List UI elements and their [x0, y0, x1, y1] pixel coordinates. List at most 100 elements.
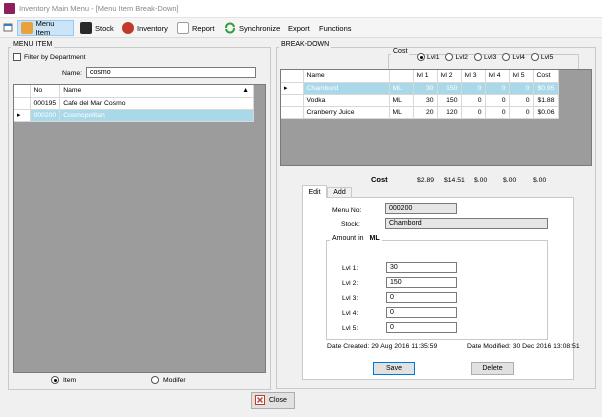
total-lvl3: $.00	[474, 177, 488, 184]
cell-lvl3: 0	[461, 82, 486, 95]
lvl4-input[interactable]: 0	[386, 307, 457, 318]
column-header-name[interactable]: Name	[303, 70, 390, 83]
cost-level-lvl2[interactable]: Lvl2	[445, 53, 468, 61]
cell-no: 000195	[30, 97, 61, 110]
column-header-unit[interactable]	[389, 70, 414, 83]
cell-name: Cafe del Mar Cosmo	[59, 97, 254, 110]
cost-level-lvl3[interactable]: Lvl3	[473, 53, 497, 61]
cell-name: Cranberry Juice	[303, 106, 390, 119]
cell-name: Chambord	[303, 82, 390, 95]
table-row[interactable]: 000195 Cafe del Mar Cosmo	[14, 97, 254, 110]
radio-button[interactable]	[445, 53, 454, 61]
column-header-no[interactable]: No	[30, 85, 61, 98]
menu-report[interactable]: Report	[174, 20, 218, 36]
column-header-lvl1[interactable]: lvl 1	[413, 70, 438, 83]
break-down-group-label: BREAK-DOWN	[279, 41, 332, 48]
cell-lvl2: 150	[437, 82, 462, 95]
close-label: Close	[269, 397, 287, 404]
lvl3-label: Lvl 3:	[342, 295, 359, 302]
column-header-name[interactable]: Name ▲	[59, 85, 254, 98]
cell-lvl5: 0	[509, 106, 534, 119]
lvl1-input[interactable]: 30	[386, 262, 457, 273]
table-row[interactable]: Cranberry Juice ML 20 120 0 0 0 $0.06	[281, 106, 559, 119]
cell-lvl2: 120	[437, 106, 462, 119]
cell-lvl2: 150	[437, 94, 462, 107]
save-button[interactable]: Save	[373, 362, 415, 375]
totals-label: Cost	[371, 175, 388, 184]
cell-cost: $1.88	[533, 94, 559, 107]
lvl5-label: Lvl 5:	[342, 325, 359, 332]
radio-button[interactable]	[473, 53, 482, 61]
amount-label: Amount in	[332, 235, 364, 242]
filter-checkbox[interactable]	[13, 53, 21, 61]
filter-by-department[interactable]: Filter by Department	[13, 53, 86, 61]
row-header	[281, 70, 304, 83]
radio-item-button[interactable]	[51, 376, 59, 384]
lvl2-input[interactable]: 150	[386, 277, 457, 288]
menu-menu-item[interactable]: Menu Item	[17, 19, 74, 37]
report-icon	[177, 22, 189, 34]
table-row[interactable]: ▸ Chambord ML 30 150 0 0 0 $0.95	[281, 82, 559, 95]
filter-label: Filter by Department	[24, 53, 86, 61]
column-header-lvl4[interactable]: lvl 4	[485, 70, 510, 83]
date-modified: Date Modified: 30 Dec 2016 13:08:51	[467, 343, 580, 350]
radio-label: Lvl5	[540, 53, 554, 61]
column-header-label: Name	[63, 87, 82, 95]
total-lvl1: $2.89	[417, 177, 435, 184]
menu-inventory[interactable]: Inventory	[119, 20, 172, 36]
radio-button[interactable]	[502, 53, 511, 61]
menu-no-field: 000200	[385, 203, 457, 214]
table-row[interactable]: Vodka ML 30 150 0 0 0 $1.88	[281, 94, 559, 107]
cell-unit: ML	[389, 106, 414, 119]
break-down-table: Name lvl 1 lvl 2 lvl 3 lvl 4 lvl 5 Cost …	[281, 70, 559, 119]
lvl5-input[interactable]: 0	[386, 322, 457, 333]
menu-functions[interactable]: Functions	[316, 20, 354, 36]
cell-lvl1: 30	[413, 94, 438, 107]
cost-level-lvl1[interactable]: Lvl1	[417, 53, 439, 61]
title-bar: Inventory Main Menu - [Menu Item Break-D…	[0, 0, 602, 18]
cell-lvl1: 30	[413, 82, 438, 95]
cell-unit: ML	[389, 94, 414, 107]
tab-edit[interactable]: Edit	[302, 185, 327, 198]
break-down-grid: Name lvl 1 lvl 2 lvl 3 lvl 4 lvl 5 Cost …	[280, 69, 592, 166]
menu-export[interactable]: Export	[285, 20, 313, 36]
radio-button[interactable]	[530, 53, 539, 61]
sort-up-icon: ▲	[242, 87, 249, 94]
current-row-arrow-icon: ▸	[14, 109, 31, 122]
date-created: Date Created: 29 Aug 2016 11:35:59	[327, 343, 438, 350]
cost-level-lvl4[interactable]: Lvl4	[502, 53, 525, 61]
menu-stock[interactable]: Stock	[77, 20, 117, 36]
column-header-lvl2[interactable]: lvl 2	[437, 70, 462, 83]
row-indicator	[14, 97, 31, 110]
radio-label: Lvl1	[427, 53, 440, 61]
radio-button[interactable]	[417, 53, 425, 61]
column-header-lvl3[interactable]: lvl 3	[461, 70, 486, 83]
radio-label: Lvl3	[483, 53, 497, 61]
delete-button[interactable]: Delete	[471, 362, 514, 375]
column-header-lvl5[interactable]: lvl 5	[509, 70, 534, 83]
radio-modifier-button[interactable]	[151, 376, 159, 384]
cell-name: Vodka	[303, 94, 390, 107]
cell-lvl4: 0	[485, 106, 510, 119]
table-row[interactable]: ▸ 000200 Cosmopolitan	[14, 109, 254, 122]
radio-modifier[interactable]: Modifer	[151, 376, 186, 384]
close-button[interactable]: Close	[251, 392, 295, 409]
current-row-arrow-icon: ▸	[281, 82, 304, 95]
lvl3-input[interactable]: 0	[386, 292, 457, 303]
cost-level-lvl5[interactable]: Lvl5	[530, 53, 554, 61]
name-search-input[interactable]: cosmo	[86, 67, 256, 78]
cell-no: 000200	[30, 109, 61, 122]
column-header-cost[interactable]: Cost	[533, 70, 559, 83]
row-header	[14, 85, 31, 98]
amount-group-label: Amount in ML	[330, 235, 382, 242]
radio-item[interactable]: Item	[51, 376, 76, 384]
mdi-window-icon[interactable]	[3, 22, 14, 33]
radio-modifier-label: Modifer	[163, 376, 186, 384]
cell-name: Cosmopolitan	[59, 109, 254, 122]
menu-synchronize[interactable]: Synchronize	[221, 20, 283, 36]
menu-item-group-label: MENU ITEM	[11, 41, 55, 48]
row-indicator	[281, 106, 304, 119]
close-icon	[255, 394, 265, 407]
total-lvl5: $.00	[533, 177, 547, 184]
menu-label: Functions	[319, 23, 352, 33]
